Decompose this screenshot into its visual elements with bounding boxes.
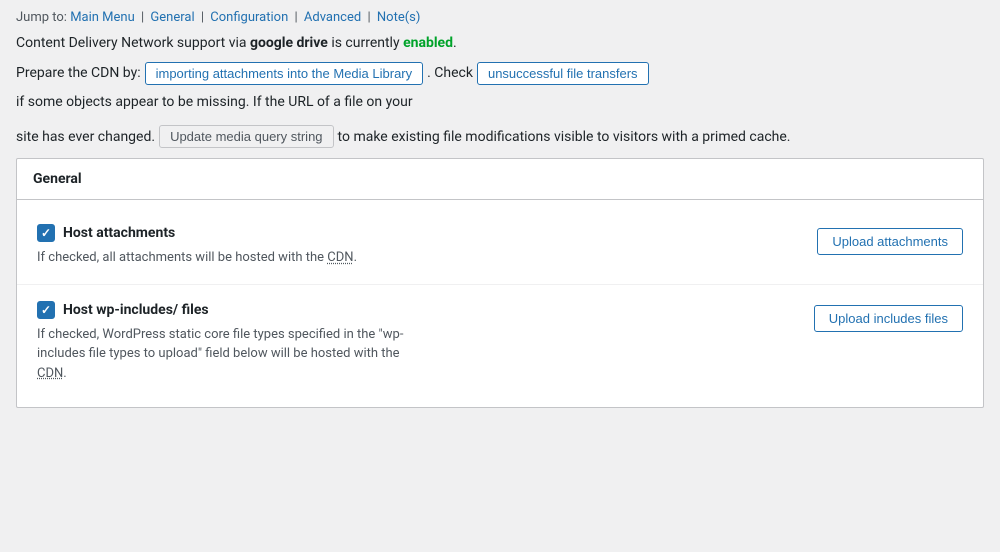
host-attachments-title: Host attachments [63, 225, 175, 241]
prepare-cdn-bar: Prepare the CDN by: importing attachment… [0, 57, 1000, 121]
check-file-transfers-button[interactable]: unsuccessful file transfers [477, 62, 649, 85]
jump-to-label: Jump to: [16, 10, 67, 25]
host-wp-includes-description: If checked, WordPress static core file t… [37, 325, 417, 384]
prepare-cdn-middle: . Check [427, 61, 473, 86]
host-attachments-right: Upload attachments [787, 224, 963, 255]
update-string-bar: site has ever changed. Update media quer… [0, 121, 1000, 158]
cdn-status-bar: Content Delivery Network support via goo… [0, 31, 1000, 57]
cdn-abbr-includes: CDN [37, 366, 63, 381]
host-attachments-left: Host attachments If checked, all attachm… [37, 224, 787, 268]
nav-link-advanced[interactable]: Advanced [304, 10, 361, 25]
host-attachments-checkbox[interactable] [37, 224, 55, 242]
host-wp-includes-title: Host wp-includes/ files [63, 302, 209, 318]
host-wp-includes-label-row: Host wp-includes/ files [37, 301, 784, 319]
main-content: General Host attachments If checked, all… [0, 158, 1000, 424]
nav-link-general[interactable]: General [150, 10, 194, 25]
upload-includes-button[interactable]: Upload includes files [814, 305, 963, 332]
host-attachments-row: Host attachments If checked, all attachm… [17, 208, 983, 285]
update-bar-prefix: site has ever changed. [16, 129, 155, 145]
jump-to-nav: Jump to: Main Menu | General | Configura… [0, 0, 1000, 31]
update-media-query-button[interactable]: Update media query string [159, 125, 333, 148]
update-bar-suffix: to make existing file modifications visi… [338, 129, 791, 145]
import-attachments-button[interactable]: importing attachments into the Media Lib… [145, 62, 424, 85]
host-wp-includes-row: Host wp-includes/ files If checked, Word… [17, 285, 983, 400]
host-attachments-label-row: Host attachments [37, 224, 787, 242]
host-wp-includes-checkbox[interactable] [37, 301, 55, 319]
upload-attachments-button[interactable]: Upload attachments [817, 228, 963, 255]
cdn-service-name: google drive [250, 35, 328, 51]
host-wp-includes-right: Upload includes files [784, 301, 963, 332]
general-section-header: General [17, 159, 983, 200]
prepare-cdn-suffix: if some objects appear to be missing. If… [16, 90, 413, 115]
nav-link-main-menu[interactable]: Main Menu [70, 10, 135, 25]
cdn-abbr-attachments: CDN [327, 250, 353, 265]
cdn-status-prefix: Content Delivery Network support via [16, 35, 247, 51]
general-section: General Host attachments If checked, all… [16, 158, 984, 408]
host-wp-includes-left: Host wp-includes/ files If checked, Word… [37, 301, 784, 384]
general-section-body: Host attachments If checked, all attachm… [17, 200, 983, 407]
prepare-cdn-prefix: Prepare the CDN by: [16, 61, 141, 86]
nav-link-configuration[interactable]: Configuration [210, 10, 288, 25]
nav-link-notes[interactable]: Note(s) [377, 10, 421, 25]
cdn-status-middle: is currently [331, 35, 399, 51]
general-section-title: General [33, 171, 82, 187]
host-attachments-description: If checked, all attachments will be host… [37, 248, 417, 268]
cdn-enabled-badge: enabled [403, 35, 453, 51]
